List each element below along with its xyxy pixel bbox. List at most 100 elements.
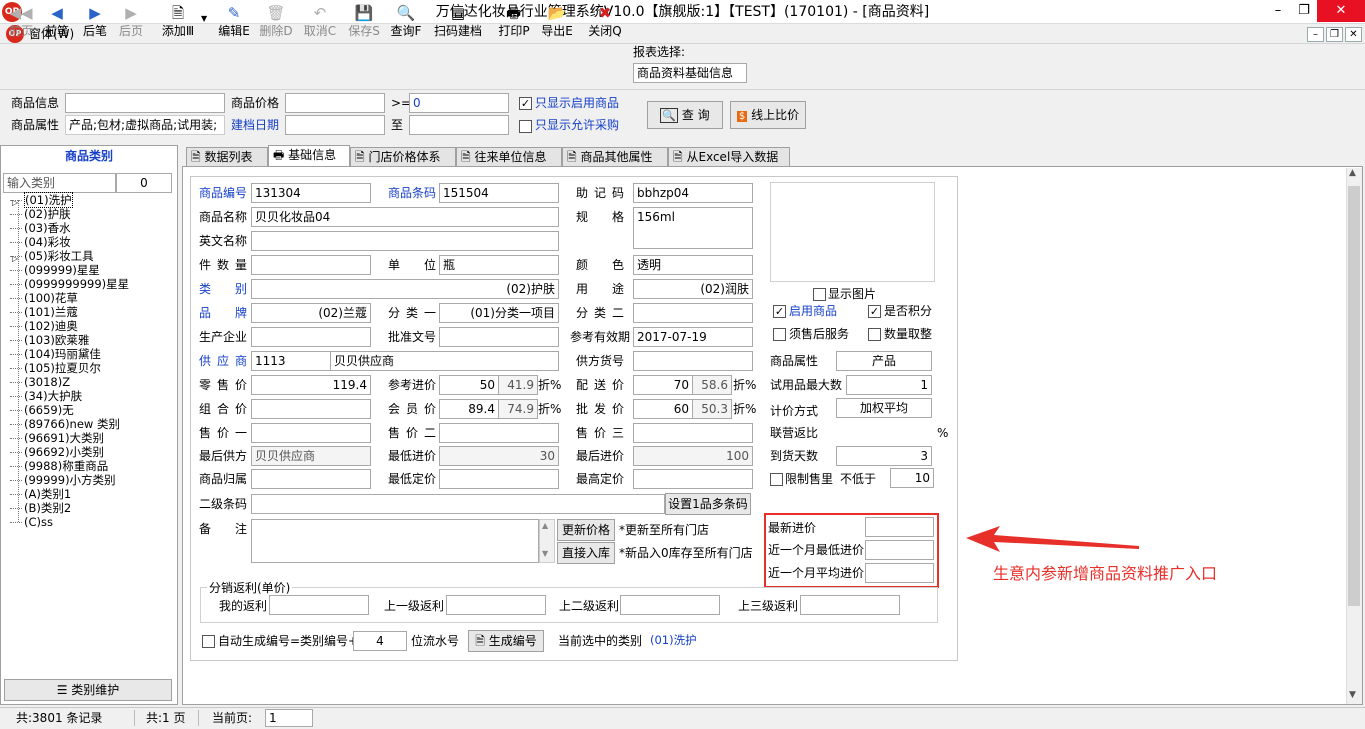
- only-enabled-checkbox[interactable]: ✓: [519, 97, 532, 110]
- scan-create-button[interactable]: ▤ 扫码建档: [431, 3, 485, 43]
- attr-input[interactable]: 产品: [836, 351, 932, 371]
- member-input[interactable]: 89.4: [439, 399, 499, 419]
- tree-item[interactable]: (6659)无: [10, 403, 74, 417]
- supplier-sku-input[interactable]: [633, 351, 753, 371]
- class2-input[interactable]: [633, 303, 753, 323]
- scroll-up-icon[interactable]: ▲: [1349, 168, 1356, 178]
- current-page-input[interactable]: 1: [265, 709, 313, 727]
- tab-other-attrs[interactable]: 🗎 商品其他属性: [562, 147, 668, 166]
- tree-item[interactable]: (89766)new 类别: [10, 417, 120, 431]
- brand-input[interactable]: (02)兰蔻: [251, 303, 371, 323]
- auto-code-checkbox[interactable]: [202, 635, 215, 648]
- manufacturer-input[interactable]: [251, 327, 371, 347]
- retail-input[interactable]: 119.4: [251, 375, 371, 395]
- owner-input[interactable]: [251, 469, 371, 489]
- direct-in-button[interactable]: 直接入库: [557, 542, 615, 564]
- limit-sale-checkbox[interactable]: [770, 473, 783, 486]
- cancel-button[interactable]: ↶ 取消C: [302, 3, 338, 43]
- month-avg-cost-input[interactable]: [865, 563, 934, 583]
- delete-button[interactable]: 🗑 删除D: [258, 3, 294, 43]
- tab-basic-info[interactable]: 🖶 基础信息: [268, 145, 350, 166]
- valuation-input[interactable]: 加权平均: [836, 398, 932, 418]
- goods-price-input[interactable]: [285, 93, 385, 113]
- tree-item[interactable]: (A)类别1: [10, 487, 71, 501]
- tree-item[interactable]: (104)玛丽黛佳: [10, 347, 101, 361]
- tree-item[interactable]: (3018)Z: [10, 375, 70, 389]
- class1-input[interactable]: (01)分类一项目: [439, 303, 559, 323]
- my-rebate-input[interactable]: [269, 595, 369, 615]
- unit-input[interactable]: 瓶: [439, 255, 559, 275]
- mnemonic-input[interactable]: bbhzp04: [633, 183, 753, 203]
- price2-input[interactable]: [439, 423, 559, 443]
- pieces-input[interactable]: [251, 255, 371, 275]
- last-page-button[interactable]: ▶ 后页: [114, 3, 148, 43]
- name-input[interactable]: 贝贝化妆品04: [251, 207, 559, 227]
- tree-item[interactable]: (105)拉夏贝尔: [10, 361, 101, 375]
- mdi-restore-icon[interactable]: ❐: [1326, 27, 1343, 42]
- price3-input[interactable]: [633, 423, 753, 443]
- tab-data-list[interactable]: 🗎 数据列表: [186, 147, 268, 166]
- delivery-input[interactable]: 70: [633, 375, 693, 395]
- remark-textarea[interactable]: [251, 519, 539, 563]
- tree-item[interactable]: (96691)大类别: [10, 431, 104, 445]
- tree-item[interactable]: (99999)小方类别: [10, 473, 116, 487]
- tree-item[interactable]: (100)花草: [10, 291, 78, 305]
- query-filter-button[interactable]: 🔍 查 询: [647, 101, 723, 129]
- minimize-icon[interactable]: –: [1265, 0, 1291, 22]
- not-below-input[interactable]: 10: [890, 468, 934, 488]
- tree-item[interactable]: (05)彩妆工具: [10, 249, 94, 263]
- round-qty-checkbox[interactable]: [868, 328, 881, 341]
- close-icon[interactable]: ✕: [1317, 0, 1365, 22]
- goods-info-input[interactable]: [65, 93, 225, 113]
- mdi-close-icon[interactable]: ✕: [1345, 27, 1362, 42]
- edit-button[interactable]: ✎ 编辑E: [216, 3, 252, 43]
- ref-cost-input[interactable]: 50: [439, 375, 499, 395]
- generate-code-button[interactable]: 🗎 生成编号: [468, 630, 544, 652]
- show-image-checkbox[interactable]: [813, 288, 826, 301]
- max-price-input[interactable]: [633, 469, 753, 489]
- trial-max-input[interactable]: 1: [846, 375, 932, 395]
- l3-rebate-input[interactable]: [800, 595, 900, 615]
- category-maintain-button[interactable]: ☰ 类别维护: [4, 679, 172, 701]
- query-button[interactable]: 🔍 查询F: [388, 3, 424, 43]
- latest-cost-input[interactable]: [865, 517, 934, 537]
- combo-input[interactable]: [251, 399, 371, 419]
- report-select[interactable]: 商品资料基础信息: [633, 63, 747, 83]
- scroll-down-icon[interactable]: ▼: [1349, 690, 1356, 700]
- tab-store-price[interactable]: 🗎 门店价格体系: [350, 147, 456, 166]
- image-box[interactable]: [770, 182, 935, 282]
- scroll-up-icon[interactable]: ▲: [542, 521, 548, 530]
- color-input[interactable]: 透明: [633, 255, 753, 275]
- barcode-input[interactable]: 151504: [439, 183, 559, 203]
- scrollbar-thumb[interactable]: [1348, 186, 1360, 606]
- tree-item[interactable]: (02)护肤: [10, 207, 71, 221]
- price1-input[interactable]: [251, 423, 371, 443]
- supplier-name-input[interactable]: 贝贝供应商: [330, 351, 559, 371]
- wholesale-input[interactable]: 60: [633, 399, 693, 419]
- next-record-button[interactable]: ▶ 后笔: [78, 3, 112, 43]
- tree-item[interactable]: (03)香水: [10, 221, 71, 235]
- sub-barcode-input[interactable]: [251, 494, 665, 514]
- prev-record-button[interactable]: ◀ 前笔: [40, 3, 74, 43]
- category-filter-input[interactable]: 输入类别: [3, 173, 116, 193]
- print-button[interactable]: 🖶 打印P: [496, 3, 532, 43]
- tree-item[interactable]: (B)类别2: [10, 501, 71, 515]
- create-date-to-input[interactable]: [409, 115, 509, 135]
- tree-item[interactable]: (101)兰蔻: [10, 305, 78, 319]
- export-button[interactable]: 📂 导出E: [538, 3, 576, 43]
- points-checkbox[interactable]: ✓: [868, 305, 881, 318]
- expiry-input[interactable]: 2017-07-19: [633, 327, 753, 347]
- close-window-button[interactable]: ✖ 关闭Q: [586, 3, 624, 43]
- min-price-input[interactable]: [439, 469, 559, 489]
- spec-input[interactable]: 156ml: [633, 207, 753, 249]
- tree-item[interactable]: (34)大护肤: [10, 389, 82, 403]
- usage-input[interactable]: (02)润肤: [633, 279, 753, 299]
- en-name-input[interactable]: [251, 231, 559, 251]
- only-purchase-checkbox[interactable]: [519, 120, 532, 133]
- tree-item[interactable]: (01)洗护: [10, 192, 73, 208]
- tree-item[interactable]: (102)迪奥: [10, 319, 78, 333]
- after-service-checkbox[interactable]: [773, 328, 786, 341]
- add-dropdown-icon[interactable]: ▼: [201, 14, 209, 24]
- tree-item[interactable]: (96692)小类别: [10, 445, 104, 459]
- tab-excel-import[interactable]: 🗎 从Excel导入数据: [668, 147, 790, 166]
